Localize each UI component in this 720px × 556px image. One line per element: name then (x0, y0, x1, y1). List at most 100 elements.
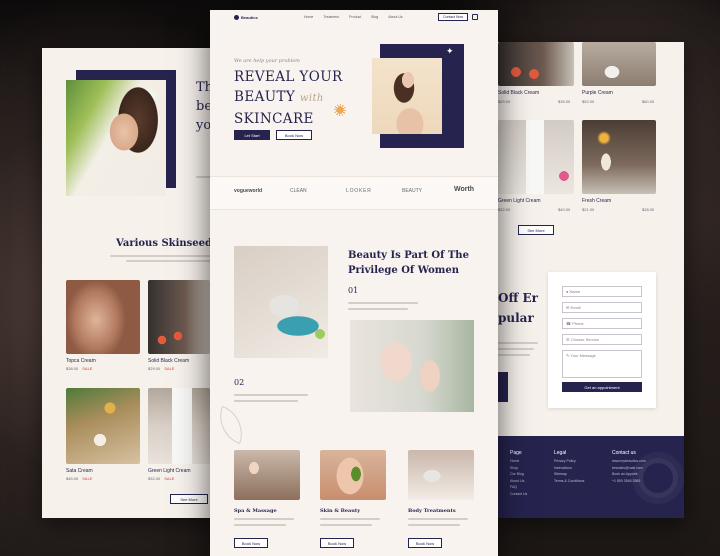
right-page: Solid Black Cream $29.00 $35.00 Purple C… (498, 42, 684, 518)
text-line (126, 260, 212, 262)
text-line (320, 518, 380, 520)
product-name[interactable]: Topca Cream (66, 358, 96, 364)
product-image-tubes[interactable] (66, 388, 140, 464)
nav-link-treatment[interactable]: Treatment (323, 15, 339, 19)
hero-title: REVEAL YOUR BEAUTY with SKINCARE (234, 67, 343, 129)
old-price: $35.00 (558, 99, 571, 104)
email-field[interactable]: ✉ Email (562, 302, 642, 313)
footer-link[interactable]: Terms & Conditions (554, 478, 584, 485)
offer-heading-line: pular (498, 311, 534, 325)
product-name[interactable]: Solid Black Cream (498, 90, 539, 96)
left-page: Th be yo Various Skinseed Topca Cream $3… (42, 48, 220, 518)
product-name[interactable]: Sata Cream (66, 468, 93, 474)
about-title-line: Privilege Of Women (348, 265, 459, 276)
product-name[interactable]: Fresh Cream (582, 198, 611, 204)
text-line (234, 400, 298, 402)
service-select[interactable]: ☰ Choose Service (562, 334, 642, 345)
sun-icon (334, 104, 346, 116)
text-line (408, 518, 468, 520)
field-placeholder: Your Message (570, 353, 596, 358)
product-name[interactable]: Green Light Cream (148, 468, 191, 474)
sale-tag: SALE (164, 476, 175, 481)
product-price: $29.00 SALE (148, 366, 174, 371)
old-price: $60.00 (642, 99, 655, 104)
product-price: $32.00 (498, 207, 510, 212)
product-price: $21.00 (582, 207, 594, 212)
text-line (498, 342, 538, 344)
hero-title-line: BEAUTY with (234, 87, 343, 109)
leaf-decoration-icon (211, 405, 251, 445)
brand-logo: Worth (454, 186, 475, 193)
footer-link[interactable]: Contact Us (510, 491, 527, 498)
brand-logo: CLEAN (290, 188, 307, 194)
footer-contact-title: Contact us (612, 450, 636, 456)
cart-icon[interactable] (472, 14, 478, 20)
product-image-candle[interactable] (582, 120, 656, 194)
hero-title-line: SKINCARE (234, 111, 314, 127)
service-book-button[interactable]: Book Now (234, 538, 268, 548)
step-number: 02 (234, 378, 245, 387)
old-price: $40.00 (558, 207, 571, 212)
service-image-spa[interactable] (234, 450, 300, 500)
offer-heading-line: Off Er (498, 291, 538, 305)
price-value: $38.00 (66, 366, 79, 371)
field-placeholder: Email (570, 305, 581, 310)
product-image-jar[interactable] (582, 42, 656, 86)
let-start-button[interactable]: Let Start (234, 130, 270, 140)
text-line (498, 348, 534, 350)
brand-logo: BEAUTY (402, 188, 423, 194)
appointment-submit-button[interactable]: Get an appointment (562, 382, 642, 392)
nav-link-product[interactable]: Product (349, 15, 361, 19)
price-value: $29.00 (498, 99, 511, 104)
product-price: $52.00 (582, 99, 594, 104)
old-price: $28.00 (642, 207, 655, 212)
nav-links: Home Treatment Product Blog About Us (304, 15, 403, 19)
product-name[interactable]: Solid Black Cream (148, 358, 189, 364)
sale-tag: SALE (164, 366, 175, 371)
product-image-serum[interactable] (66, 280, 140, 354)
nav-link-blog[interactable]: Blog (371, 15, 378, 19)
product-price: $45.00 SALE (66, 476, 92, 481)
sale-tag: SALE (82, 366, 93, 371)
price-value: $32.00 (148, 476, 161, 481)
price-value: $32.00 (498, 207, 511, 212)
text-line (110, 255, 216, 257)
message-textarea[interactable]: ✎ Your Message (562, 350, 642, 378)
phone-field[interactable]: ☎ Phone (562, 318, 642, 329)
name-field[interactable]: ● Name (562, 286, 642, 297)
nav-link-about[interactable]: About Us (388, 15, 402, 19)
see-more-button[interactable]: See More (518, 225, 554, 235)
service-image-body[interactable] (408, 450, 474, 500)
service-image-skin[interactable] (320, 450, 386, 500)
hero-title-script: with (299, 93, 324, 104)
product-name[interactable]: Purple Cream (582, 90, 613, 96)
contact-now-button[interactable]: Contact Now (438, 13, 468, 21)
field-placeholder: Phone (572, 321, 584, 326)
book-now-button[interactable]: Book Now (276, 130, 312, 140)
price-value: $45.00 (66, 476, 79, 481)
service-book-button[interactable]: Book Now (320, 538, 354, 548)
service-book-button[interactable]: Book Now (408, 538, 442, 548)
appointment-form: ● Name ✉ Email ☎ Phone ☰ Choose Service … (548, 272, 656, 408)
product-image-grapefruit[interactable] (498, 42, 574, 86)
brand-logo: vogueworld (234, 188, 263, 194)
text-line (234, 518, 294, 520)
center-page: Beautics Home Treatment Product Blog Abo… (210, 10, 498, 556)
hero-script-text: We are help your problem (234, 58, 300, 64)
price-value: $29.00 (148, 366, 161, 371)
nav-link-home[interactable]: Home (304, 15, 313, 19)
product-image-pump-bottle[interactable] (498, 120, 574, 194)
logo[interactable]: Beautics (241, 15, 258, 20)
footer-contact-item[interactable]: www.mybeautics.com (612, 458, 646, 465)
text-line (234, 394, 308, 396)
product-image-grapefruit[interactable] (148, 280, 210, 354)
about-title: Beauty Is Part Of The Privilege Of Women (348, 248, 469, 278)
product-image-bottle[interactable] (148, 388, 210, 464)
product-name[interactable]: Green Light Cream (498, 198, 541, 204)
service-title: Skin & Beauty (320, 508, 361, 514)
see-more-button[interactable]: See More (170, 494, 208, 504)
hero-image-woman-portrait (372, 58, 442, 134)
price-value: $21.00 (582, 207, 595, 212)
service-title: Body Treatments (408, 508, 456, 514)
text-line (348, 308, 408, 310)
